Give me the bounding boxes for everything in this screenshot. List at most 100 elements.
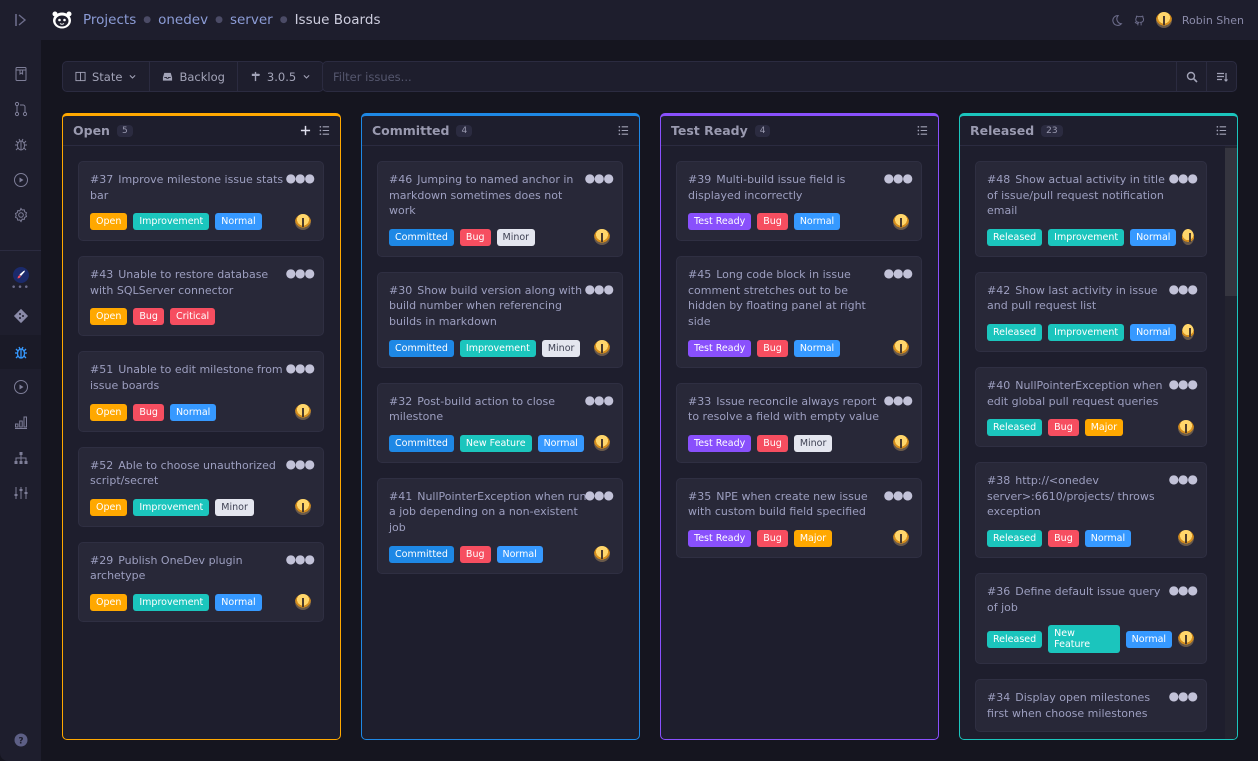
issue-tag[interactable]: Open xyxy=(90,498,128,516)
issue-summary[interactable]: Able to choose unauthorized script/secre… xyxy=(90,459,276,488)
assignee-avatar[interactable] xyxy=(295,594,311,611)
issue-tag[interactable]: Released xyxy=(987,323,1043,341)
issue-card[interactable]: #40 NullPointerException when edit global… xyxy=(975,366,1207,448)
more-actions-icon[interactable]: ●●● xyxy=(286,458,315,470)
assignee-avatar[interactable] xyxy=(594,546,610,563)
issue-number[interactable]: #48 xyxy=(987,173,1010,186)
issue-card[interactable]: #39 Multi-build issue field is displayed … xyxy=(676,161,922,242)
issue-tag[interactable]: Minor xyxy=(215,498,254,516)
issue-title[interactable]: #41 NullPointerException when run a job d… xyxy=(389,489,611,536)
issue-tag[interactable]: Normal xyxy=(1125,630,1173,648)
issue-tag[interactable]: Committed xyxy=(389,434,454,452)
sidebar-item-child-projects[interactable] xyxy=(0,441,41,475)
issue-tag[interactable]: Committed xyxy=(389,228,454,246)
issue-number[interactable]: #30 xyxy=(389,284,412,297)
issue-summary[interactable]: NullPointerException when run a job depe… xyxy=(389,490,586,534)
issue-tag[interactable]: Bug xyxy=(459,545,491,563)
breadcrumb-server[interactable]: server xyxy=(230,12,273,28)
assignee-avatar[interactable] xyxy=(893,340,909,357)
issue-tag[interactable]: Test Ready xyxy=(688,213,752,231)
issue-tag[interactable]: Bug xyxy=(757,339,788,357)
issue-tag[interactable]: Test Ready xyxy=(688,434,752,452)
issue-card[interactable]: #46 Jumping to named anchor in markdown s… xyxy=(377,161,623,257)
list-view-icon[interactable] xyxy=(618,125,629,136)
issue-tag[interactable]: Normal xyxy=(169,403,217,421)
sidebar-item-issues[interactable] xyxy=(0,127,41,161)
issue-tag[interactable]: Released xyxy=(987,228,1043,246)
issue-tag[interactable]: Critical xyxy=(169,308,216,326)
assignee-avatar[interactable] xyxy=(1182,324,1194,341)
more-actions-icon[interactable]: ●●● xyxy=(585,172,614,184)
issue-title[interactable]: #29 Publish OneDev plugin archetype xyxy=(90,553,312,584)
issue-number[interactable]: #32 xyxy=(389,395,412,408)
more-actions-icon[interactable]: ●●● xyxy=(286,362,315,374)
more-actions-icon[interactable]: ●●● xyxy=(884,489,913,501)
issue-tag[interactable]: Normal xyxy=(793,213,841,231)
more-actions-icon[interactable]: ●●● xyxy=(1169,584,1198,596)
more-actions-icon[interactable]: ●●● xyxy=(286,553,315,565)
issue-tag[interactable]: Normal xyxy=(1130,323,1177,341)
more-actions-icon[interactable]: ●●● xyxy=(884,172,913,184)
assignee-avatar[interactable] xyxy=(594,435,610,452)
issue-tag[interactable]: Committed xyxy=(389,545,454,563)
more-actions-icon[interactable]: ●●● xyxy=(585,489,614,501)
issue-summary[interactable]: Show last activity in issue and pull req… xyxy=(987,284,1158,313)
issue-tag[interactable]: New Feature xyxy=(1048,625,1120,654)
issue-card[interactable]: #37 Improve milestone issue stats bar ●●●… xyxy=(78,161,324,242)
issue-tag[interactable]: Open xyxy=(90,403,128,421)
issue-tag[interactable]: Improvement xyxy=(1048,228,1125,246)
assignee-avatar[interactable] xyxy=(893,435,909,452)
issue-tag[interactable]: Minor xyxy=(793,434,833,452)
assignee-avatar[interactable] xyxy=(594,340,610,357)
issue-card[interactable]: #36 Define default issue query of job ●●●… xyxy=(975,572,1207,665)
issue-summary[interactable]: http://<onedev server>:6610/projects/ th… xyxy=(987,474,1155,518)
issue-summary[interactable]: Improve milestone issue stats bar xyxy=(90,173,283,202)
issue-tag[interactable]: New Feature xyxy=(459,434,532,452)
more-actions-icon[interactable]: ●●● xyxy=(884,394,913,406)
sidebar-item-project-issues[interactable] xyxy=(0,335,41,369)
issue-summary[interactable]: Show actual activity in title of issue/p… xyxy=(987,173,1165,217)
issue-tag[interactable]: Open xyxy=(90,308,128,326)
user-avatar[interactable] xyxy=(1155,12,1172,28)
sidebar-item-code[interactable] xyxy=(0,299,41,333)
issue-title[interactable]: #36 Define default issue query of job xyxy=(987,584,1195,615)
issue-card[interactable]: #41 NullPointerException when run a job d… xyxy=(377,477,623,574)
issue-tag[interactable]: Committed xyxy=(389,339,454,357)
issue-title[interactable]: #51 Unable to edit milestone from issue b… xyxy=(90,362,312,393)
issue-summary[interactable]: Post-build action to close milestone xyxy=(389,395,555,424)
filter-issues-input[interactable] xyxy=(323,62,1176,91)
more-actions-icon[interactable]: ●●● xyxy=(286,172,315,184)
issue-title[interactable]: #40 NullPointerException when edit global… xyxy=(987,378,1195,409)
issue-tag[interactable]: Normal xyxy=(1130,228,1177,246)
onedev-logo-icon[interactable] xyxy=(51,10,73,30)
issue-tag[interactable]: Bug xyxy=(133,403,164,421)
issue-number[interactable]: #51 xyxy=(90,363,113,376)
user-name[interactable]: Robin Shen xyxy=(1182,14,1244,27)
issue-tag[interactable]: Normal xyxy=(1084,529,1132,547)
issue-title[interactable]: #34 Display open milestones first when ch… xyxy=(987,690,1195,721)
issue-title[interactable]: #30 Show build version along with build n… xyxy=(389,283,611,330)
assignee-avatar[interactable] xyxy=(295,213,311,230)
help-button[interactable]: ? xyxy=(0,723,41,757)
issue-tag[interactable]: Normal xyxy=(215,213,262,231)
issue-summary[interactable]: Display open milestones first when choos… xyxy=(987,691,1150,720)
issue-card[interactable]: #32 Post-build action to close milestone … xyxy=(377,382,623,463)
issue-number[interactable]: #29 xyxy=(90,554,113,567)
issue-number[interactable]: #45 xyxy=(688,268,711,281)
sort-button[interactable] xyxy=(1206,62,1236,91)
issue-title[interactable]: #45 Long code block in issue comment stre… xyxy=(688,267,910,329)
issue-card[interactable]: #51 Unable to edit milestone from issue b… xyxy=(78,351,324,432)
assignee-avatar[interactable] xyxy=(1178,419,1194,436)
issue-number[interactable]: #42 xyxy=(987,284,1010,297)
more-actions-icon[interactable]: ●●● xyxy=(1169,473,1198,485)
issue-tag[interactable]: Test Ready xyxy=(688,529,752,547)
issue-tag[interactable]: Minor xyxy=(541,339,581,357)
issue-number[interactable]: #43 xyxy=(90,268,113,281)
breadcrumb-onedev[interactable]: onedev xyxy=(158,12,208,28)
sidebar-item-builds[interactable] xyxy=(0,163,41,197)
issue-number[interactable]: #34 xyxy=(987,691,1010,704)
issue-number[interactable]: #52 xyxy=(90,459,113,472)
assignee-avatar[interactable] xyxy=(1178,530,1194,547)
issue-tag[interactable]: Bug xyxy=(133,308,164,326)
issue-tag[interactable]: Bug xyxy=(1048,419,1079,437)
